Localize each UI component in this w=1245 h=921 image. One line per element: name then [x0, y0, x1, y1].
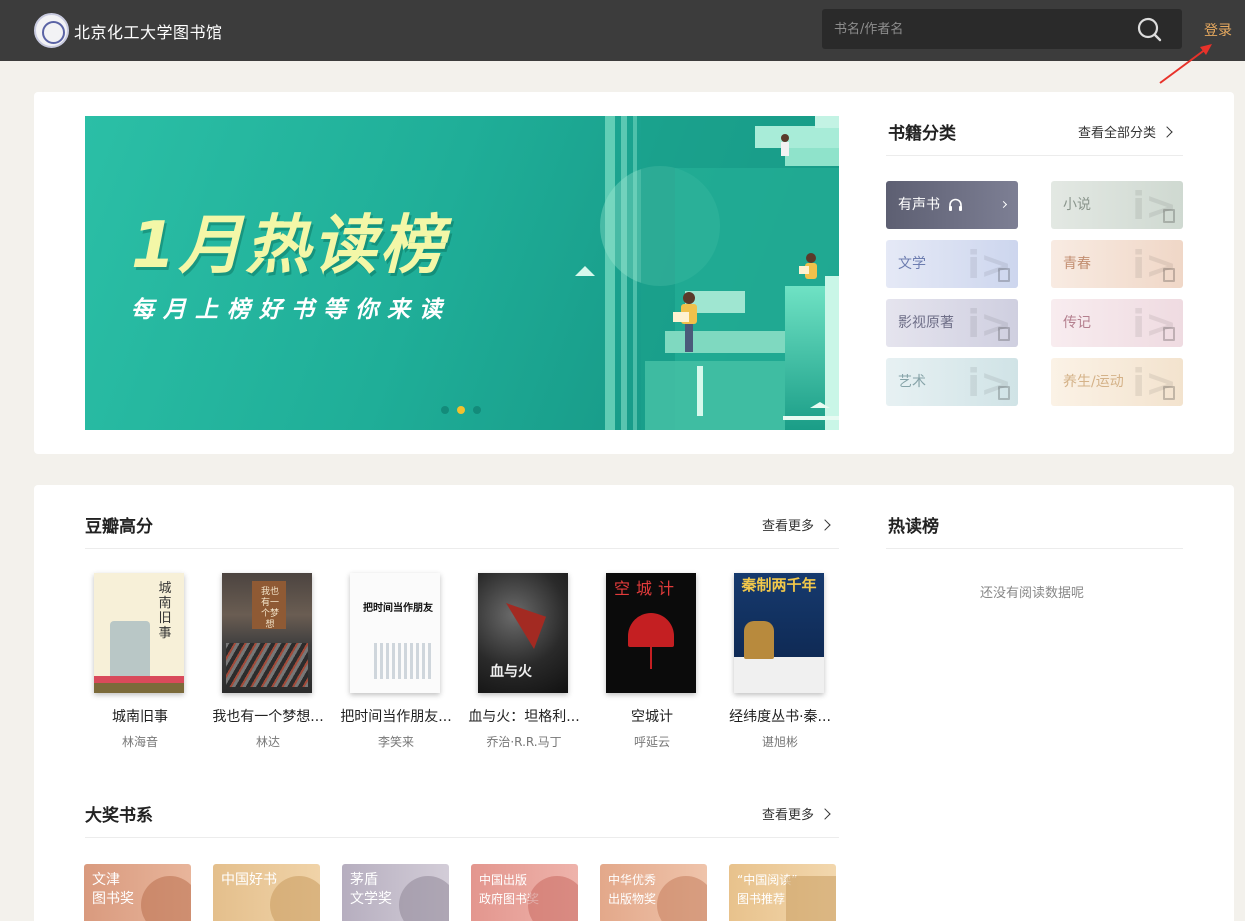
book-cover: 把时间当作朋友: [350, 573, 440, 693]
cover-stripe: [94, 683, 184, 693]
award-wenjin[interactable]: 文津 图书奖: [84, 864, 191, 921]
award-government[interactable]: 中国出版 政府图书奖: [471, 864, 578, 921]
douban-divider: [85, 548, 839, 549]
book-title: 城南旧事: [112, 709, 168, 725]
book-icon: [1163, 327, 1175, 341]
award-excellent-publication[interactable]: 中华优秀 出版物奖: [600, 864, 707, 921]
cover-title: 血与火: [490, 664, 532, 680]
book-author: 李笑来: [377, 735, 414, 749]
site-title[interactable]: 北京化工大学图书馆: [74, 19, 223, 43]
chevron-right-icon: [999, 200, 1008, 209]
cover-figure-icon: [110, 621, 150, 677]
book-icon: [998, 327, 1010, 341]
book-author: 林海音: [121, 735, 158, 749]
awards-more-label: 查看更多: [762, 808, 815, 823]
headphones-icon: [949, 198, 963, 211]
chevron-right-icon: [1161, 126, 1173, 138]
category-label: 文学: [898, 256, 926, 272]
view-all-categories-label: 查看全部分类: [1078, 126, 1157, 141]
category-novel[interactable]: 小说 i>: [1051, 181, 1183, 229]
book-icon: [1163, 386, 1175, 400]
cover-title: 空城计: [614, 579, 681, 598]
category-label: 小说: [1063, 197, 1091, 213]
hot-reading-banner[interactable]: 1月热读榜 每月上榜好书等你来读: [85, 116, 839, 430]
login-link[interactable]: 登录: [1204, 20, 1232, 40]
award-good-book[interactable]: 中国好书: [213, 864, 320, 921]
view-all-categories-link[interactable]: 查看全部分类: [1078, 122, 1173, 141]
cover-pattern-icon: [374, 643, 432, 679]
book-title: 我也有一个梦想...: [212, 709, 324, 725]
hot-reading-title: 热读榜: [888, 517, 939, 537]
book-author: 呼延云: [633, 735, 670, 749]
category-label: 影视原著: [898, 315, 954, 331]
category-health-sports[interactable]: 养生/运动 i>: [1051, 358, 1183, 406]
hot-reading-divider: [886, 548, 1183, 549]
book-icon: [1163, 268, 1175, 282]
book-title: 血与火：坦格利...: [468, 709, 580, 725]
book-author: 林达: [255, 735, 280, 749]
cover-title: 城南旧事: [158, 581, 172, 641]
carousel-dot-2[interactable]: [457, 406, 465, 414]
category-audiobook[interactable]: 有声书: [886, 181, 1018, 229]
category-label: 养生/运动: [1063, 374, 1124, 390]
book-title: 把时间当作朋友...: [340, 709, 452, 725]
category-label: 艺术: [898, 374, 926, 390]
seal-icon: [786, 876, 836, 921]
book-cover: 血与火: [478, 573, 568, 693]
book-cover: 空城计: [606, 573, 696, 693]
red-arrow-annotation-icon: [1159, 44, 1212, 84]
book-title: 经纬度丛书·秦...: [729, 709, 831, 725]
book-icon: [998, 268, 1010, 282]
cover-crowd-icon: [226, 643, 308, 687]
douban-more-link[interactable]: 查看更多: [762, 515, 831, 534]
hot-reading-empty-text: 还没有阅读数据呢: [980, 586, 1085, 601]
search-box: [822, 9, 1182, 49]
book-author: 谌旭彬: [761, 735, 798, 749]
awards-title: 大奖书系: [85, 806, 153, 826]
cover-title: 把时间当作朋友: [363, 603, 433, 614]
award-china-reading[interactable]: “中国阅读” 图书推荐: [729, 864, 836, 921]
book-title: 空城计: [631, 709, 673, 725]
banner-subtitle: 每月上榜好书等你来读: [131, 297, 451, 323]
library-logo-icon[interactable]: [34, 13, 69, 48]
awards-more-link[interactable]: 查看更多: [762, 804, 831, 823]
chevron-right-icon: [819, 808, 831, 820]
award-maodun[interactable]: 茅盾 文学奖: [342, 864, 449, 921]
category-literature[interactable]: 文学 i>: [886, 240, 1018, 288]
category-youth[interactable]: 青春 i>: [1051, 240, 1183, 288]
categories-title: 书籍分类: [888, 124, 956, 144]
category-label: 传记: [1063, 315, 1091, 331]
search-input[interactable]: [822, 9, 1122, 49]
category-biography[interactable]: 传记 i>: [1051, 299, 1183, 347]
cover-statue-icon: [744, 621, 774, 659]
cover-title: 我也有一个梦想: [260, 587, 279, 630]
book-cover: 秦制两千年: [734, 573, 824, 693]
cover-stripe: [94, 676, 184, 683]
category-label: 青春: [1063, 256, 1091, 272]
cover-dragon-icon: [506, 603, 546, 649]
recommendations-panel: [34, 485, 1234, 921]
category-art[interactable]: 艺术 i>: [886, 358, 1018, 406]
cover-fan-icon: [628, 613, 674, 647]
douban-title: 豆瓣高分: [85, 517, 153, 537]
book-icon: [1163, 209, 1175, 223]
book-cover: 城南旧事: [94, 573, 184, 693]
banner-title: 1月热读榜: [131, 209, 447, 283]
awards-divider: [85, 837, 839, 838]
douban-more-label: 查看更多: [762, 519, 815, 534]
carousel-dot-1[interactable]: [441, 406, 449, 414]
chevron-right-icon: [819, 519, 831, 531]
category-film-adaptation[interactable]: 影视原著 i>: [886, 299, 1018, 347]
cover-handle: [650, 647, 652, 669]
carousel-dot-3[interactable]: [473, 406, 481, 414]
category-label: 有声书: [898, 197, 940, 213]
book-cover: 我也有一个梦想: [222, 573, 312, 693]
cover-title: 秦制两千年: [741, 576, 817, 594]
categories-divider: [886, 155, 1183, 156]
book-author: 乔治·R.R.马丁: [486, 735, 562, 749]
book-icon: [998, 386, 1010, 400]
